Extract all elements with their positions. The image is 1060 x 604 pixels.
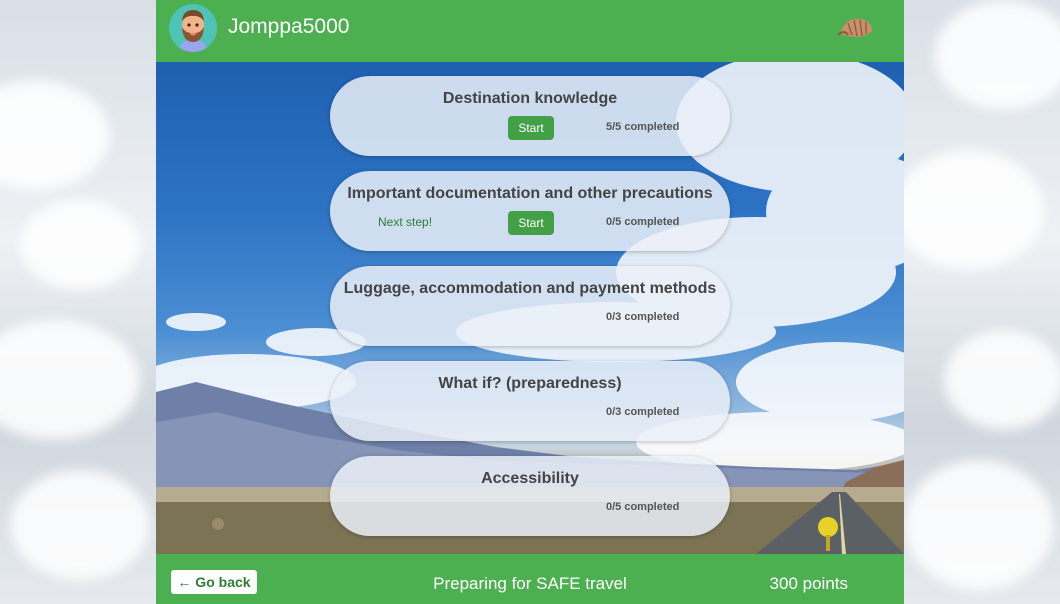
module-progress: 0/3 completed bbox=[606, 311, 680, 323]
module-card-luggage-accommodation-payment: Luggage, accommodation and payment metho… bbox=[330, 266, 730, 346]
module-title: Luggage, accommodation and payment metho… bbox=[343, 280, 717, 297]
module-title: Accessibility bbox=[481, 470, 579, 487]
module-card-destination-knowledge: Destination knowledge Start 5/5 complete… bbox=[330, 76, 730, 156]
module-title: Important documentation and other precau… bbox=[347, 185, 713, 202]
module-progress: 0/5 completed bbox=[606, 501, 680, 513]
bottom-bar: ← Go back Preparing for SAFE travel 300 … bbox=[156, 554, 904, 604]
module-card-what-if-preparedness: What if? (preparedness) 0/3 completed bbox=[330, 361, 730, 441]
module-progress: 5/5 completed bbox=[606, 121, 680, 133]
bearded-man-avatar-icon[interactable] bbox=[169, 4, 217, 52]
background-clouds-left bbox=[0, 0, 156, 604]
next-step-label: Next step! bbox=[378, 215, 433, 229]
app-container: Jomppa5000 Destination knowledge Start 5… bbox=[156, 0, 904, 604]
module-progress: 0/3 completed bbox=[606, 406, 680, 418]
start-button[interactable]: Start bbox=[508, 116, 554, 140]
module-card-important-documentation: Important documentation and other precau… bbox=[330, 171, 730, 251]
module-title: What if? (preparedness) bbox=[438, 375, 622, 392]
shell-icon bbox=[836, 15, 876, 41]
module-progress: 0/5 completed bbox=[606, 216, 680, 228]
background-clouds-right bbox=[904, 0, 1060, 604]
module-card-accessibility: Accessibility 0/5 completed bbox=[330, 456, 730, 536]
module-title: Destination knowledge bbox=[442, 90, 618, 107]
username: Jomppa5000 bbox=[228, 15, 350, 38]
top-bar: Jomppa5000 bbox=[156, 0, 904, 62]
start-button[interactable]: Start bbox=[508, 211, 554, 235]
points-counter: 300 points bbox=[769, 574, 848, 593]
